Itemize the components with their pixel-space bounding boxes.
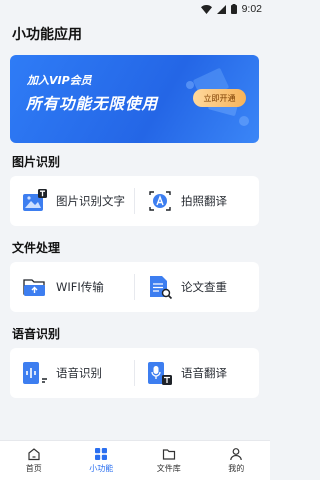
vip-banner[interactable]: 加入VIP会员 所有功能无限使用 立即开通: [10, 55, 259, 143]
battery-icon: [230, 4, 237, 14]
photo-translate-item[interactable]: 拍照翻译: [135, 176, 259, 226]
banner-subtitle: 加入VIP会员: [27, 74, 92, 87]
wifi-transfer-item[interactable]: WIFI传输: [10, 262, 134, 312]
status-bar: 9:02: [0, 0, 270, 18]
banner-headline: 所有功能无限使用: [26, 95, 159, 113]
bottom-tab-bar: 首页 小功能 文件库 我的: [0, 440, 270, 480]
voice-translate-label: 语音翻译: [181, 366, 227, 380]
section-title-image-recognition: 图片识别: [12, 155, 61, 169]
tab-profile[interactable]: 我的: [203, 441, 271, 480]
home-icon: [28, 448, 40, 461]
open-vip-button[interactable]: 立即开通: [193, 89, 246, 107]
microphone-icon: [147, 360, 173, 386]
document-search-icon: [147, 274, 173, 300]
photo-translate-icon: [147, 188, 173, 214]
voice-wave-icon: [22, 360, 48, 386]
wifi-icon: [200, 4, 212, 14]
tab-home-label: 首页: [25, 464, 42, 473]
section-title-voice-recognition: 语音识别: [12, 327, 61, 341]
file-processing-card: WIFI传输 论文查重: [10, 262, 259, 312]
tab-home[interactable]: 首页: [0, 441, 68, 480]
plagiarism-check-label: 论文查重: [181, 280, 227, 294]
tab-tools[interactable]: 小功能: [68, 441, 136, 480]
tab-tools-label: 小功能: [89, 464, 114, 473]
page-title: 小功能应用: [12, 27, 82, 43]
image-recognition-card: 图片识别文字 拍照翻译: [10, 176, 259, 226]
clock: 9:02: [241, 3, 262, 15]
tab-files[interactable]: 文件库: [135, 441, 203, 480]
tab-profile-label: 我的: [228, 464, 245, 473]
app-bar: 小功能应用: [0, 18, 270, 50]
section-title-file-processing: 文件处理: [12, 241, 61, 255]
image-to-text-label: 图片识别文字: [56, 194, 125, 208]
folder-icon: [162, 449, 175, 460]
wifi-transfer-label: WIFI传输: [56, 280, 104, 294]
image-text-icon: [22, 188, 48, 214]
tab-files-label: 文件库: [156, 464, 181, 473]
photo-translate-label: 拍照翻译: [181, 194, 227, 208]
image-to-text-item[interactable]: 图片识别文字: [10, 176, 134, 226]
voice-recognition-item[interactable]: 语音识别: [10, 348, 134, 398]
grid-icon: [95, 448, 108, 460]
upload-folder-icon: [22, 274, 48, 300]
plagiarism-check-item[interactable]: 论文查重: [135, 262, 259, 312]
voice-translate-item[interactable]: 语音翻译: [135, 348, 259, 398]
user-icon: [230, 448, 243, 461]
voice-recognition-label: 语音识别: [56, 366, 102, 380]
voice-recognition-card: 语音识别 语音翻译: [10, 348, 259, 398]
signal-icon: [216, 4, 226, 14]
